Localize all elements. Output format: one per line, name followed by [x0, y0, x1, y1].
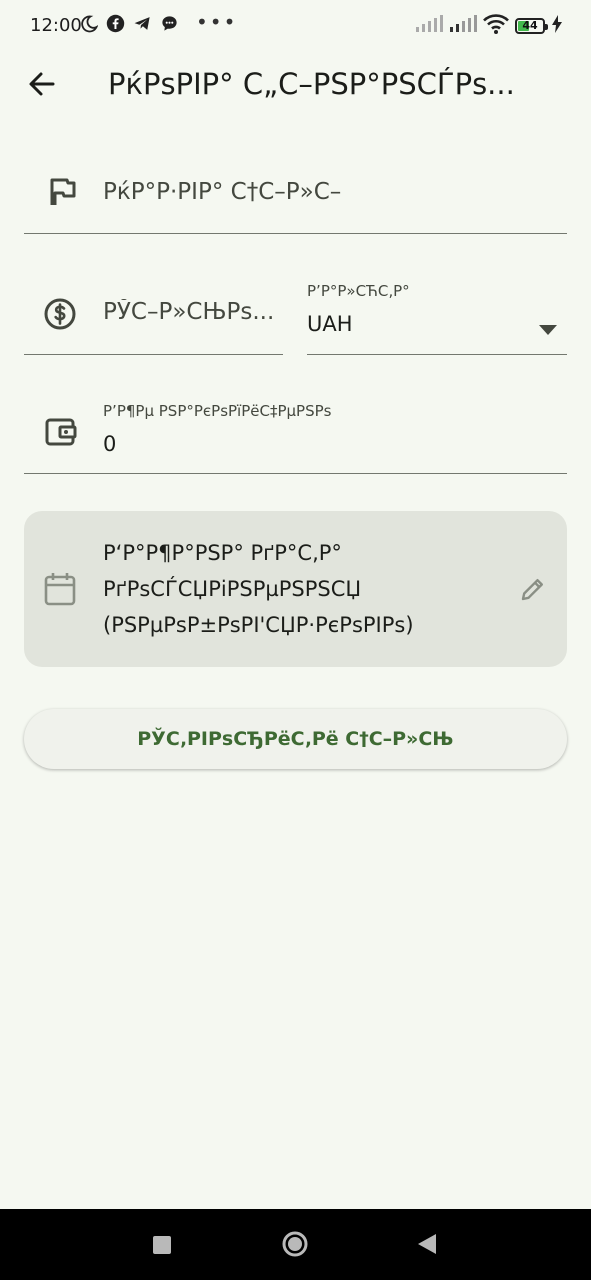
battery-icon: 44: [515, 18, 548, 34]
system-navigation-bar: [0, 1209, 591, 1280]
home-icon[interactable]: [281, 1230, 309, 1262]
amount-placeholder: РЎС–Р»СЊРѕ...: [103, 299, 275, 325]
status-notification-icons: [80, 14, 179, 37]
status-time: 12:00: [30, 15, 82, 36]
telegram-icon: [133, 14, 152, 37]
flag-icon: [48, 177, 76, 211]
status-bar: 12:00 ••• 44: [0, 0, 591, 52]
signal-icon: [415, 15, 443, 37]
back-button[interactable]: [24, 66, 60, 102]
target-date-card[interactable]: Р‘Р°Р¶Р°РЅР° РґР°С‚Р° РґРѕСЃСЏРіРЅРµРЅРЅ…: [24, 511, 567, 667]
recents-icon[interactable]: [152, 1235, 172, 1259]
currency-select[interactable]: Р’Р°Р»СЋС‚Р° UAH: [307, 270, 567, 355]
target-date-text: Р‘Р°Р¶Р°РЅР° РґР°С‚Р° РґРѕСЃСЏРіРЅРµРЅРЅ…: [103, 541, 414, 637]
currency-label: Р’Р°Р»СЋС‚Р°: [307, 282, 410, 300]
status-system-icons: 44: [415, 14, 563, 38]
dropdown-arrow-icon[interactable]: [539, 320, 557, 339]
goal-name-field[interactable]: РќР°Р·РІР° С†С–Р»С–: [24, 150, 567, 234]
charging-icon: [551, 15, 563, 37]
wifi-icon: [483, 14, 509, 38]
saved-amount-label: Р’Р¶Рµ РЅР°РєРѕРїРёС‡РµРЅРѕ: [103, 402, 332, 420]
app-bar: РќРѕРІР° С„С–РЅР°РЅСЃРѕ...: [0, 52, 591, 116]
calendar-icon: [44, 572, 76, 610]
facebook-icon: [106, 14, 125, 37]
create-goal-button-label: РЎС‚РІРѕСЂРёС‚Рё С†С–Р»СЊ: [137, 728, 454, 750]
signal-icon: [449, 15, 477, 37]
chat-icon: [160, 14, 179, 37]
saved-amount-field[interactable]: Р’Р¶Рµ РЅР°РєРѕРїРёС‡РµРЅРѕ 0: [24, 390, 567, 474]
currency-value: UAH: [307, 312, 353, 336]
page-title: РќРѕРІР° С„С–РЅР°РЅСЃРѕ...: [108, 67, 515, 101]
amount-field[interactable]: РЎС–Р»СЊРѕ...: [24, 270, 283, 355]
back-nav-icon[interactable]: [417, 1233, 437, 1259]
battery-level: 44: [522, 19, 538, 32]
dollar-icon: [43, 297, 77, 335]
wallet-icon: [45, 417, 77, 451]
pencil-icon[interactable]: [520, 576, 546, 606]
back-arrow-icon: [29, 72, 55, 96]
goal-name-placeholder: РќР°Р·РІР° С†С–Р»С–: [103, 179, 342, 205]
more-notifications-indicator: •••: [196, 10, 238, 34]
saved-amount-value: 0: [103, 432, 117, 456]
create-goal-button[interactable]: РЎС‚РІРѕСЂРёС‚Рё С†С–Р»СЊ: [24, 709, 567, 769]
moon-icon: [80, 15, 99, 37]
